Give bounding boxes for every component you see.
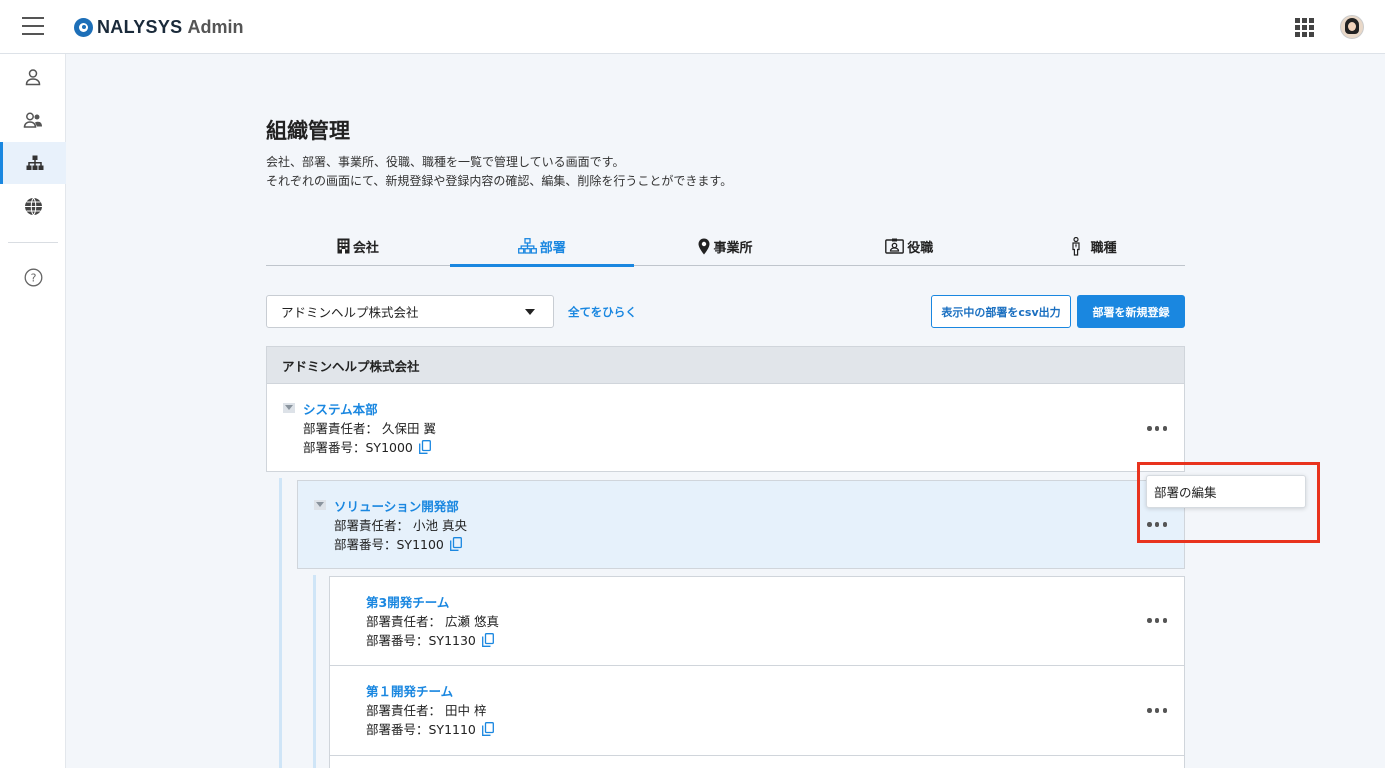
description-line-2: それぞれの画面にて、新規登録や登録内容の確認、編集、削除を行うことができます。 (266, 174, 733, 188)
department-row: 第3開発チーム 部署責任者： 広瀬 悠真 部署番号：SY1130 (329, 576, 1185, 666)
org-chart-icon (26, 155, 43, 170)
rail-item-global[interactable] (0, 185, 66, 227)
csv-export-button[interactable]: 表示中の部署をcsv出力 (931, 295, 1071, 328)
tree-guide-line (279, 478, 282, 768)
department-manager: 部署責任者： 久保田 翼 (303, 421, 436, 436)
person-icon (1070, 236, 1082, 256)
tab-job-type-label: 職種 (1090, 240, 1117, 256)
department-row: システム本部 部署責任者： 久保田 翼 部署番号：SY1000 (266, 383, 1185, 472)
building-icon (337, 238, 350, 254)
top-header: NALYSYS Admin (0, 0, 1385, 54)
highlight-annotation-box (1137, 462, 1320, 543)
org-tabs: 会社 部署 事業所 役職 職種 (266, 226, 1185, 267)
help-icon: ? (24, 268, 42, 286)
page-title: 組織管理 (266, 119, 350, 143)
tab-department-label: 部署 (539, 240, 566, 256)
more-options-icon[interactable] (1147, 426, 1167, 432)
page-description: 会社、部署、事業所、役職、職種を一覧で管理している画面です。 それぞれの画面にて… (266, 153, 732, 191)
department-code-row: 部署番号：SY1100 (334, 534, 462, 553)
department-code-row: 部署番号：SY1000 (303, 437, 431, 456)
company-select[interactable]: アドミンヘルプ株式会社 (266, 295, 554, 328)
department-code: 部署番号：SY1000 (303, 440, 413, 455)
department-name[interactable]: 第１開発チーム (366, 681, 453, 700)
user-icon (25, 69, 41, 86)
copy-icon[interactable] (418, 439, 431, 454)
department-manager: 部署責任者： 田中 梓 (366, 703, 487, 718)
app-grid-icon[interactable] (1295, 18, 1314, 37)
tree-guide-line (313, 575, 316, 768)
globe-icon (24, 197, 42, 215)
company-group-header: アドミンヘルプ株式会社 (266, 346, 1185, 384)
copy-icon[interactable] (481, 721, 494, 736)
department-code-row: 部署番号：SY1110 (366, 719, 494, 738)
location-pin-icon (698, 238, 710, 255)
rail-item-organization[interactable] (0, 142, 66, 184)
department-name[interactable]: 第3開発チーム (366, 592, 449, 611)
tab-office[interactable]: 事業所 (634, 226, 818, 266)
department-row (329, 755, 1185, 768)
copy-icon[interactable] (481, 632, 494, 647)
chevron-down-icon (525, 309, 535, 315)
tab-position-label: 役職 (907, 240, 934, 256)
brand-sub: Admin (187, 16, 244, 37)
rail-item-users[interactable] (0, 99, 66, 141)
side-rail: ? (0, 54, 66, 768)
hamburger-menu-icon[interactable] (22, 16, 44, 36)
department-code-row: 部署番号：SY1130 (366, 630, 494, 649)
department-code: 部署番号：SY1100 (334, 537, 444, 552)
tab-job-type[interactable]: 職種 (1001, 226, 1185, 266)
org-chart-icon (517, 238, 537, 254)
tab-office-label: 事業所 (713, 240, 753, 256)
svg-text:?: ? (30, 271, 36, 284)
department-code: 部署番号：SY1130 (366, 633, 476, 648)
department-row: ソリューション開発部 部署責任者： 小池 真央 部署番号：SY1100 (297, 480, 1185, 569)
department-name[interactable]: システム本部 (303, 399, 378, 418)
department-row: 第１開発チーム 部署責任者： 田中 梓 部署番号：SY1110 (329, 665, 1185, 756)
collapse-toggle-icon[interactable] (283, 403, 295, 413)
company-select-value: アドミンヘルプ株式会社 (281, 305, 419, 320)
users-icon (23, 112, 42, 128)
tab-department[interactable]: 部署 (449, 226, 634, 267)
brand-name: NALYSYS (97, 16, 183, 37)
department-manager: 部署責任者： 小池 真央 (334, 518, 467, 533)
tab-company[interactable]: 会社 (266, 226, 450, 266)
id-card-icon (885, 238, 905, 254)
logo-mark-icon (74, 17, 93, 37)
rail-item-user[interactable] (0, 56, 66, 98)
rail-divider (8, 242, 58, 243)
collapse-toggle-icon[interactable] (314, 500, 326, 510)
department-code: 部署番号：SY1110 (366, 722, 476, 737)
tab-position[interactable]: 役職 (817, 226, 1001, 266)
rail-item-help[interactable]: ? (0, 256, 66, 298)
more-options-icon[interactable] (1147, 708, 1167, 714)
new-department-button[interactable]: 部署を新規登録 (1077, 295, 1185, 328)
department-name[interactable]: ソリューション開発部 (334, 496, 459, 515)
copy-icon[interactable] (449, 536, 462, 551)
app-logo[interactable]: NALYSYS Admin (74, 16, 243, 38)
open-all-link[interactable]: 全てをひらく (568, 304, 637, 320)
department-manager: 部署責任者： 広瀬 悠真 (366, 614, 499, 629)
more-options-icon[interactable] (1147, 618, 1167, 624)
avatar[interactable] (1340, 15, 1364, 39)
description-line-1: 会社、部署、事業所、役職、職種を一覧で管理している画面です。 (266, 155, 625, 169)
tab-company-label: 会社 (352, 240, 379, 256)
